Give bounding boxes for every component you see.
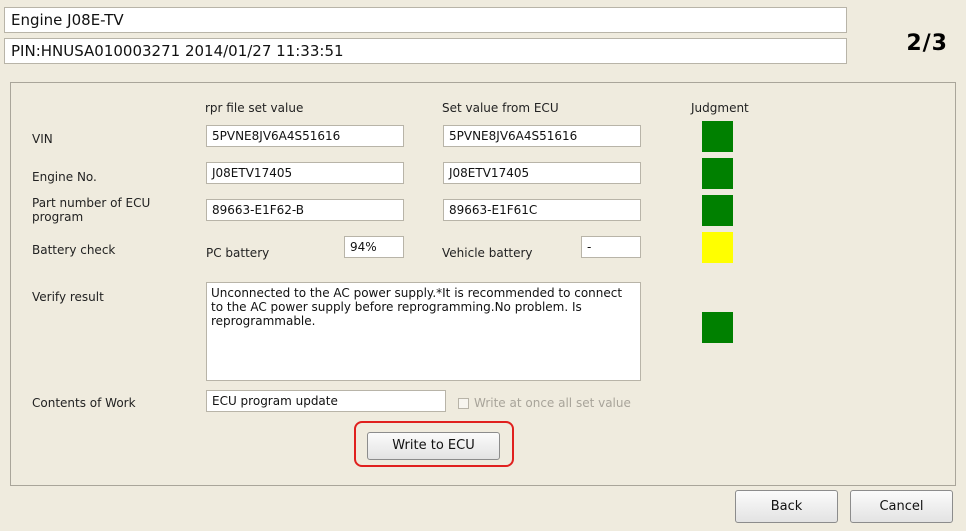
engine-title-field: Engine J08E-TV	[4, 7, 847, 33]
verify-result-text: Unconnected to the AC power supply.*It i…	[206, 282, 641, 381]
write-all-checkbox[interactable]: Write at once all set value	[458, 396, 631, 410]
vehicle-battery-value: -	[581, 236, 641, 258]
battery-judgment-indicator	[702, 232, 733, 263]
write-all-checkbox-label: Write at once all set value	[474, 396, 631, 410]
battery-check-label: Battery check	[32, 243, 116, 257]
verification-panel: rpr file set value Set value from ECU Ju…	[10, 82, 956, 486]
vin-label: VIN	[32, 132, 53, 146]
part-number-label: Part number of ECU program	[32, 196, 151, 224]
pc-battery-label: PC battery	[206, 246, 270, 260]
engine-no-judgment-indicator	[702, 158, 733, 189]
write-to-ecu-button[interactable]: Write to ECU	[367, 432, 500, 460]
back-button[interactable]: Back	[735, 490, 838, 523]
step-counter: 2/3	[906, 31, 948, 56]
verify-judgment-indicator	[702, 312, 733, 343]
contents-of-work-value: ECU program update	[206, 390, 446, 412]
engine-no-label: Engine No.	[32, 170, 97, 184]
vin-rpr-value: 5PVNE8JV6A4S51616	[206, 125, 404, 147]
part-number-ecu-value: 89663-E1F61C	[443, 199, 641, 221]
engine-no-ecu-value: J08ETV17405	[443, 162, 641, 184]
vehicle-battery-label: Vehicle battery	[442, 246, 533, 260]
col-header-ecu: Set value from ECU	[442, 101, 559, 115]
vin-ecu-value: 5PVNE8JV6A4S51616	[443, 125, 641, 147]
contents-of-work-label: Contents of Work	[32, 396, 136, 410]
vin-judgment-indicator	[702, 121, 733, 152]
checkbox-box[interactable]	[458, 397, 469, 409]
part-number-rpr-value: 89663-E1F62-B	[206, 199, 404, 221]
engine-no-rpr-value: J08ETV17405	[206, 162, 404, 184]
pc-battery-value: 94%	[344, 236, 404, 258]
part-number-judgment-indicator	[702, 195, 733, 226]
col-header-rpr: rpr file set value	[205, 101, 304, 115]
col-header-judgment: Judgment	[691, 101, 749, 115]
verify-result-label: Verify result	[32, 290, 104, 304]
pin-timestamp-field: PIN:HNUSA010003271 2014/01/27 11:33:51	[4, 38, 847, 64]
cancel-button[interactable]: Cancel	[850, 490, 953, 523]
